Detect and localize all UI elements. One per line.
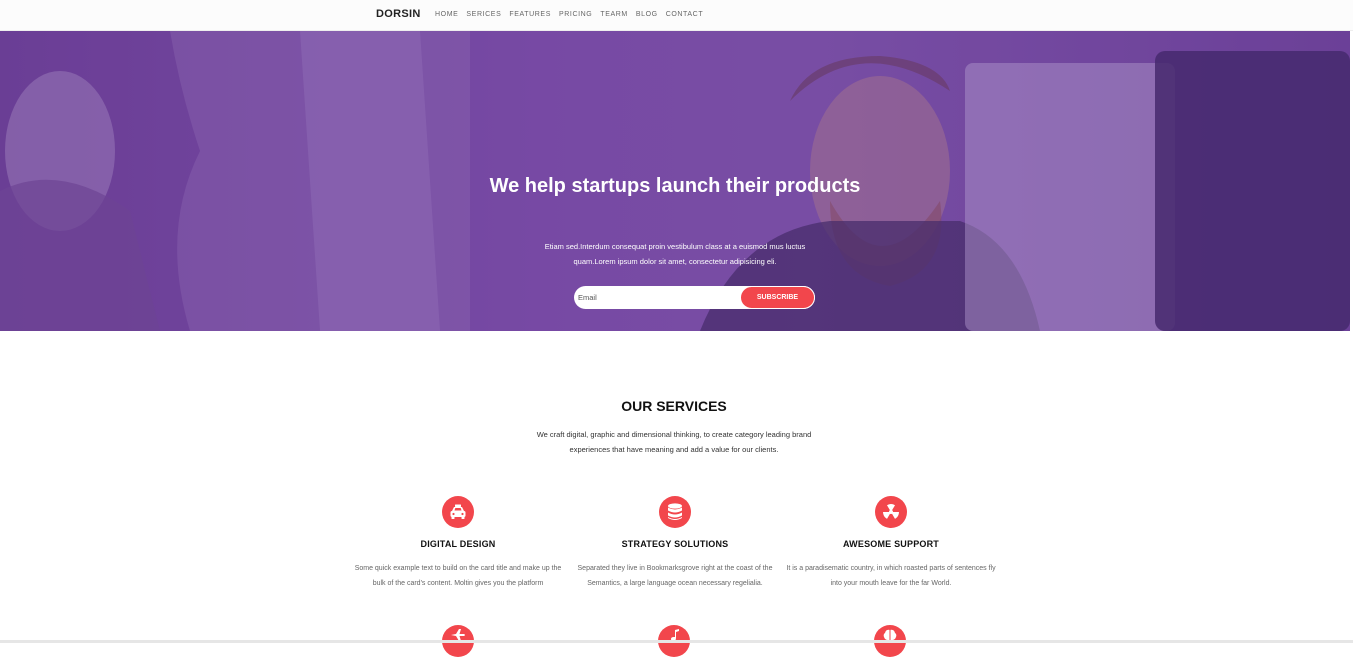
subscribe-form: SUBSCRIBE	[574, 286, 815, 309]
nav-link-team[interactable]: TEARM	[600, 11, 628, 18]
subscribe-button[interactable]: SUBSCRIBE	[740, 286, 815, 309]
nav-link-features[interactable]: FEATURES	[509, 11, 551, 18]
nav-link-home[interactable]: HOME	[435, 11, 458, 18]
services-description: We craft digital, graphic and dimensiona…	[524, 427, 824, 457]
services-title: OUR SERVICES	[524, 398, 824, 414]
nav-link-services[interactable]: SERICES	[466, 11, 501, 18]
service-card-digital-design: DIGITAL DESIGN Some quick example text t…	[353, 496, 563, 591]
hero-section: We help startups launch their products E…	[0, 31, 1350, 331]
radiation-icon	[875, 496, 907, 528]
email-input[interactable]	[578, 289, 738, 306]
hero-title: We help startups launch their products	[475, 174, 875, 198]
nav-link-contact[interactable]: CONTACT	[666, 11, 704, 18]
service-card-awesome-support: AWESOME SUPPORT It is a paradisematic co…	[786, 496, 996, 591]
service-title: STRATEGY SOLUTIONS	[570, 539, 780, 549]
service-title: DIGITAL DESIGN	[353, 539, 563, 549]
nav-link-blog[interactable]: BLOG	[636, 11, 658, 18]
nav-link-pricing[interactable]: PRICING	[559, 11, 592, 18]
hero-description: Etiam sed.Interdum consequat proin vesti…	[525, 239, 825, 269]
service-card-strategy-solutions: STRATEGY SOLUTIONS Separated they live i…	[570, 496, 780, 591]
database-icon	[659, 496, 691, 528]
navbar: DORSIN HOME SERICES FEATURES PRICING TEA…	[0, 0, 1353, 31]
taxi-icon	[442, 496, 474, 528]
main-nav: HOME SERICES FEATURES PRICING TEARM BLOG…	[435, 11, 703, 18]
service-text: It is a paradisematic country, in which …	[786, 561, 996, 591]
brand-logo[interactable]: DORSIN	[376, 8, 421, 20]
service-text: Separated they live in Bookmarksgrove ri…	[570, 561, 780, 591]
service-title: AWESOME SUPPORT	[786, 539, 996, 549]
service-text: Some quick example text to build on the …	[353, 561, 563, 591]
